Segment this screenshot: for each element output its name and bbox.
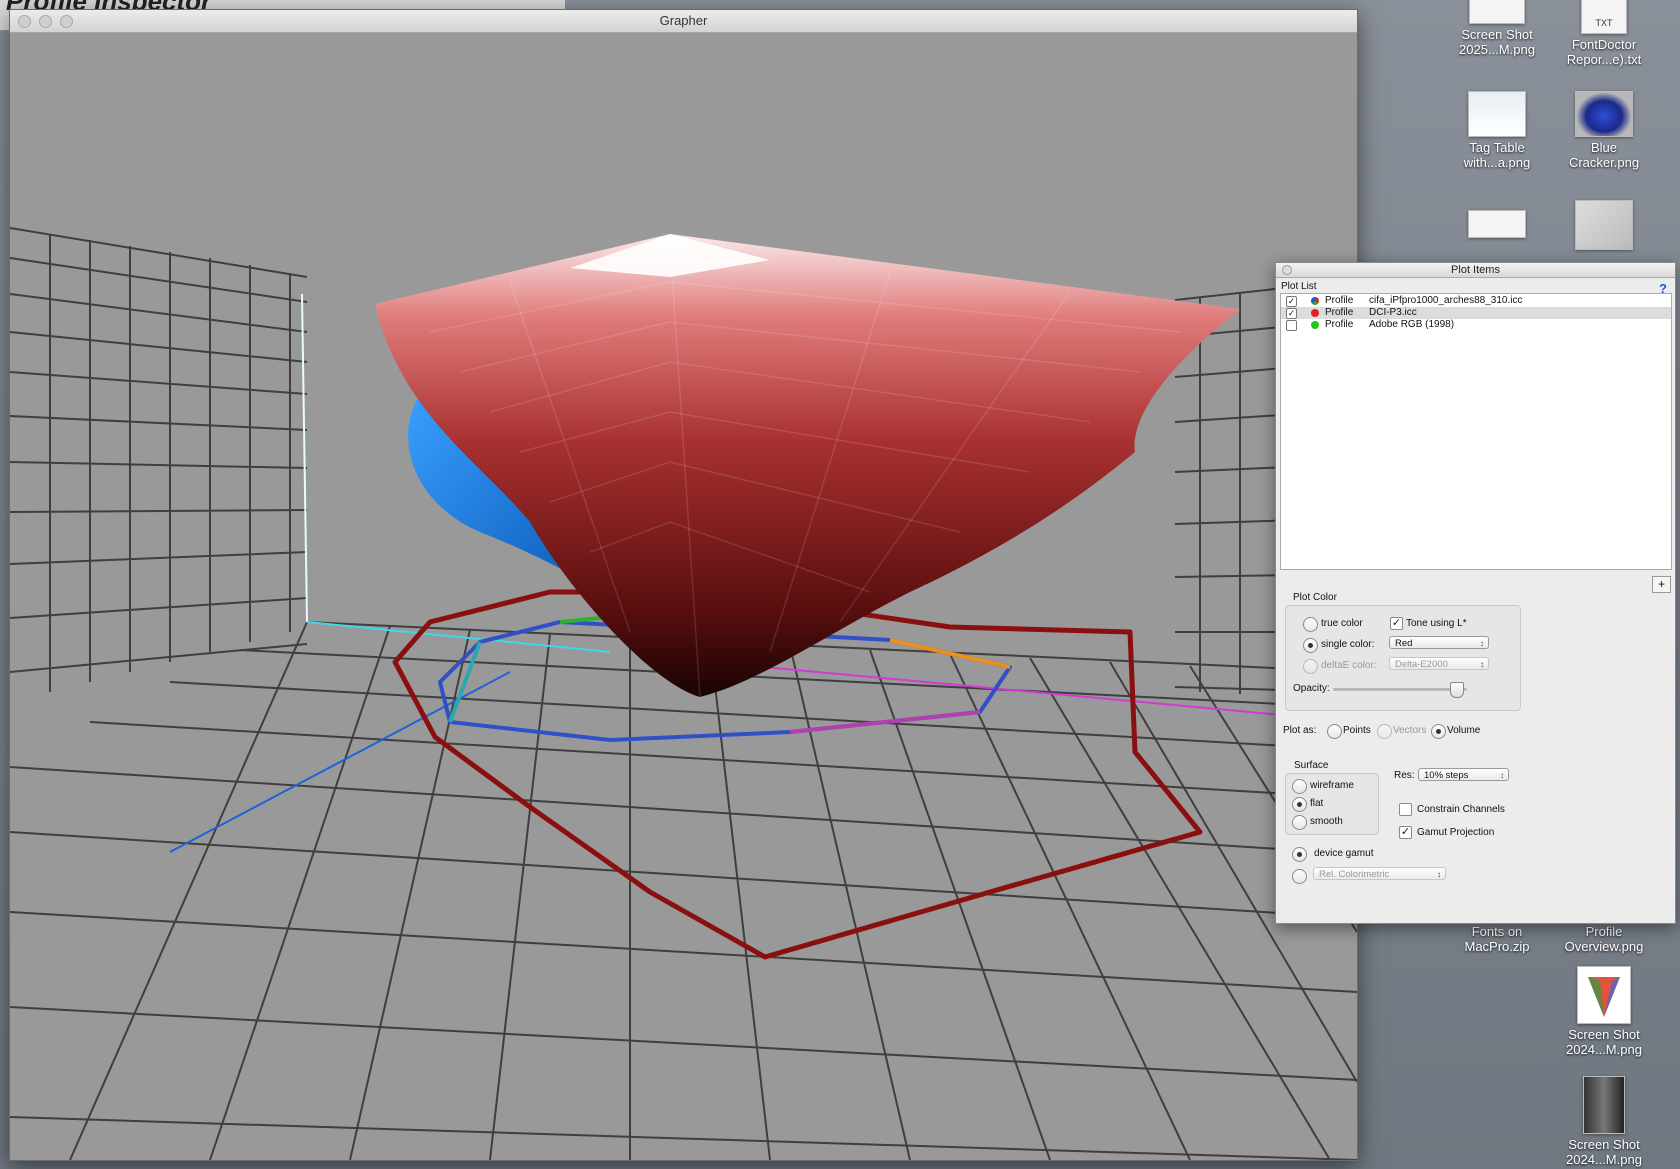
desktop-icon-fonts-on-macpro[interactable]: Fonts on MacPro.zip	[1442, 924, 1552, 954]
red-gamut-volume	[375, 234, 1240, 697]
deltae-select[interactable]: Delta-E2000	[1389, 657, 1489, 671]
plot-item-checkbox[interactable]	[1286, 320, 1297, 331]
rendering-intent-select[interactable]: Rel. Colorimetric	[1313, 867, 1446, 881]
rendering-intent-radio[interactable]	[1292, 869, 1307, 884]
image-thumbnail-icon	[1468, 91, 1526, 137]
grapher-window[interactable]: Grapher	[9, 9, 1358, 1161]
plot-items-title: Plot Items	[1451, 264, 1500, 276]
opacity-slider-track[interactable]	[1333, 682, 1467, 698]
plot-color-label: Plot Color	[1293, 592, 1337, 603]
volume-radio[interactable]	[1431, 724, 1446, 739]
gamut-image-thumbnail-icon	[1577, 966, 1631, 1024]
constrain-channels-checkbox[interactable]	[1399, 803, 1412, 816]
image-thumbnail-icon	[1583, 1076, 1625, 1134]
image-thumbnail-icon	[1575, 200, 1633, 250]
plot-items-panel[interactable]: Plot Items ? Plot List ✓ Profile cifa_iP…	[1275, 262, 1676, 924]
wireframe-radio[interactable]	[1292, 779, 1307, 794]
opacity-slider-thumb[interactable]	[1450, 682, 1465, 698]
text-file-icon: TXT	[1581, 0, 1627, 34]
desktop-icon-screenshot-2025[interactable]: Screen Shot 2025...M.png	[1442, 0, 1552, 57]
desktop-icon-screenshot-2024-b[interactable]: Screen Shot 2024...M.png	[1549, 1076, 1659, 1167]
desktop-icon-chart-image[interactable]	[1549, 200, 1659, 253]
grapher-titlebar[interactable]: Grapher	[10, 10, 1357, 33]
desktop-icon-screenshot-2024-a[interactable]: Screen Shot 2024...M.png	[1549, 966, 1659, 1057]
desktop-icon-fontdoctor-report[interactable]: TXT FontDoctor Repor...e).txt	[1549, 0, 1659, 67]
deltae-color-radio[interactable]	[1303, 659, 1318, 674]
desktop-icon-tag-table[interactable]: Tag Table with...a.png	[1442, 91, 1552, 170]
single-color-radio[interactable]	[1303, 638, 1318, 653]
multi-color-icon	[1311, 297, 1319, 305]
tone-using-checkbox[interactable]: ✓	[1390, 617, 1403, 630]
gamut-projection-checkbox[interactable]: ✓	[1399, 826, 1412, 839]
green-dot-icon	[1311, 321, 1319, 329]
desktop-icon-blank-doc[interactable]	[1442, 210, 1552, 241]
grapher-title: Grapher	[659, 13, 708, 28]
points-radio[interactable]	[1327, 724, 1342, 739]
desktop-icon-blue-cracker[interactable]: Blue Cracker.png	[1549, 91, 1659, 170]
resolution-select[interactable]: 10% steps	[1418, 768, 1509, 782]
desktop-icon-profile-overview[interactable]: Profile Overview.png	[1549, 924, 1659, 954]
red-dot-icon	[1311, 309, 1319, 317]
plot-list-label: Plot List	[1281, 281, 1317, 292]
true-color-radio[interactable]	[1303, 617, 1318, 632]
image-thumbnail-icon	[1469, 0, 1525, 24]
image-thumbnail-icon	[1468, 210, 1526, 238]
single-color-select[interactable]: Red	[1389, 636, 1489, 650]
list-item[interactable]: ✓ Profile cifa_iPfpro1000_arches88_310.i…	[1281, 295, 1671, 307]
list-item[interactable]: ✓ Profile DCI-P3.icc	[1281, 307, 1671, 319]
gamut-3d-view[interactable]	[10, 32, 1357, 1160]
add-item-button[interactable]: +	[1652, 576, 1671, 593]
plot-list[interactable]: ✓ Profile cifa_iPfpro1000_arches88_310.i…	[1280, 293, 1672, 570]
plot-item-checkbox[interactable]: ✓	[1286, 296, 1297, 307]
list-item[interactable]: Profile Adobe RGB (1998)	[1281, 319, 1671, 331]
plot-items-titlebar[interactable]: Plot Items	[1276, 263, 1675, 278]
flat-radio[interactable]	[1292, 797, 1307, 812]
plot-item-checkbox[interactable]: ✓	[1286, 308, 1297, 319]
vectors-radio[interactable]	[1377, 724, 1392, 739]
smooth-radio[interactable]	[1292, 815, 1307, 830]
close-icon[interactable]	[1282, 265, 1292, 275]
surface-label: Surface	[1294, 760, 1329, 771]
image-thumbnail-icon	[1575, 91, 1633, 137]
device-gamut-radio[interactable]	[1292, 847, 1307, 862]
